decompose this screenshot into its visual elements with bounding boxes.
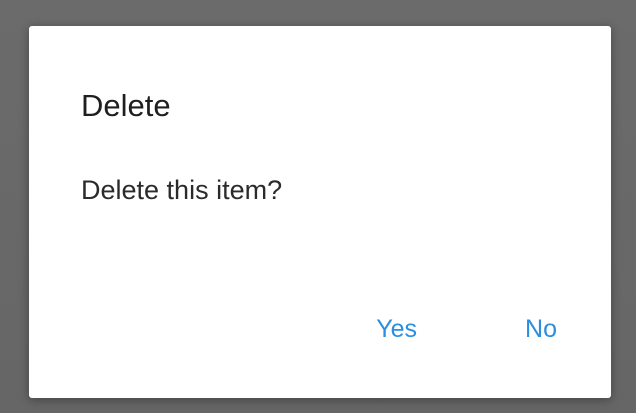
- dialog-actions: Yes No: [376, 314, 557, 344]
- delete-dialog: Delete Delete this item? Yes No: [29, 26, 611, 398]
- no-button[interactable]: No: [525, 314, 557, 344]
- yes-button[interactable]: Yes: [376, 314, 417, 344]
- dialog-message: Delete this item?: [81, 175, 283, 205]
- dialog-title: Delete: [81, 88, 171, 123]
